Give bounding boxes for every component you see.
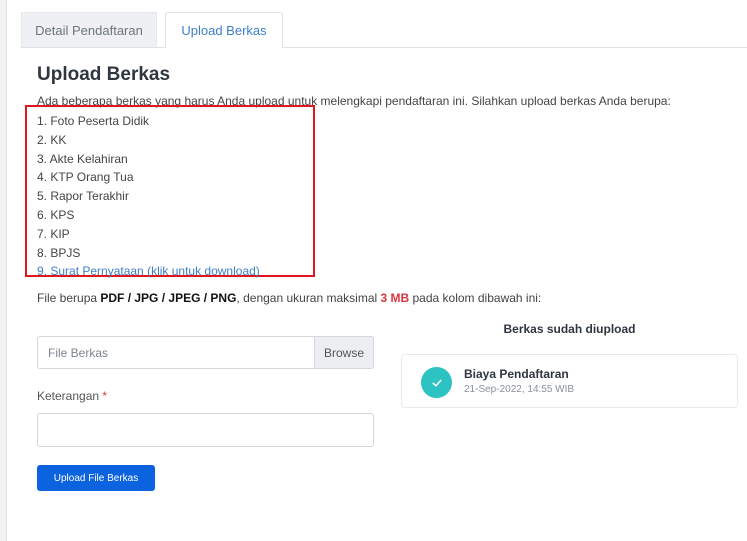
uploaded-file-date: 21-Sep-2022, 14:55 WIB — [464, 384, 575, 395]
list-item: 6. KPS — [37, 207, 75, 222]
tab-bar: Detail Pendaftaran Upload Berkas — [21, 12, 747, 48]
upload-file-berkas-button[interactable]: Upload File Berkas — [37, 465, 155, 491]
keterangan-input[interactable] — [37, 413, 374, 447]
page-title: Upload Berkas — [37, 64, 171, 85]
uploaded-file-name: Biaya Pendaftaran — [464, 367, 569, 381]
max-file-size: 3 MB — [380, 291, 410, 305]
browse-button[interactable]: Browse — [314, 336, 374, 369]
format-note-middle: , dengan ukuran maksimal — [236, 291, 381, 305]
left-panel-edge — [0, 0, 7, 541]
surat-pernyataan-download-link[interactable]: 9. Surat Pernyataan (klik untuk download… — [37, 264, 260, 278]
file-format-note: File berupa PDF / JPG / JPEG / PNG, deng… — [37, 291, 541, 305]
tab-detail-pendaftaran[interactable]: Detail Pendaftaran — [21, 12, 157, 47]
list-item: 5. Rapor Terakhir — [37, 189, 129, 204]
list-item: 2. KK — [37, 132, 67, 147]
keterangan-label-text: Keterangan — [37, 389, 100, 403]
keterangan-label: Keterangan * — [37, 389, 107, 403]
list-item: 3. Akte Kelahiran — [37, 151, 128, 166]
list-item: 9. Surat Pernyataan (klik untuk download… — [37, 262, 260, 281]
uploaded-files-title: Berkas sudah diupload — [503, 322, 636, 336]
file-formats: PDF / JPG / JPEG / PNG — [100, 291, 237, 305]
format-note-prefix: File berupa — [37, 291, 101, 305]
required-mark: * — [102, 389, 108, 403]
list-item: 4. KTP Orang Tua — [37, 170, 134, 185]
file-berkas-input[interactable] — [37, 336, 314, 369]
list-item: 7. KIP — [37, 226, 70, 241]
format-note-suffix: pada kolom dibawah ini: — [409, 291, 542, 305]
check-icon — [421, 367, 452, 398]
file-upload-group: Browse — [37, 336, 374, 369]
list-item: 1. Foto Peserta Didik — [37, 114, 150, 128]
tab-upload-berkas[interactable]: Upload Berkas — [165, 12, 283, 48]
document-list: 1. Foto Peserta Didik 2. KK 3. Akte Kela… — [37, 112, 260, 281]
list-item: 8. BPJS — [37, 245, 81, 260]
uploaded-file-card: Biaya Pendaftaran 21-Sep-2022, 14:55 WIB — [401, 354, 738, 408]
